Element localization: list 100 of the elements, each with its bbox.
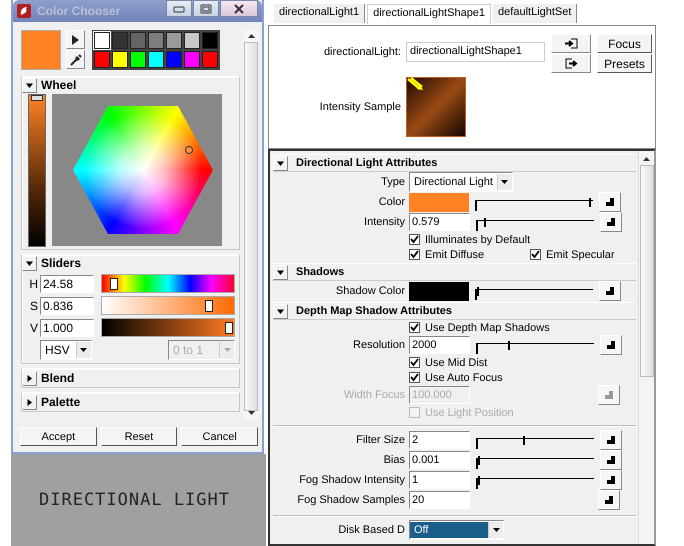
value-thumb[interactable]: [31, 95, 43, 101]
header-button[interactable]: Focus: [597, 34, 652, 53]
color-swatch[interactable]: [112, 51, 128, 68]
slider-track[interactable]: [476, 438, 594, 448]
color-swatch[interactable]: [202, 32, 218, 49]
slider-track[interactable]: [476, 458, 594, 468]
color-swatch[interactable]: [148, 32, 164, 49]
value-field[interactable]: 1: [409, 471, 470, 489]
collapse-button[interactable]: [22, 256, 37, 270]
map-button[interactable]: [600, 430, 622, 450]
value-bar[interactable]: [28, 94, 46, 247]
slider-track[interactable]: [476, 478, 594, 488]
map-button[interactable]: [600, 212, 622, 232]
dropdown-arrow-icon: [80, 348, 88, 352]
color-swatch[interactable]: [409, 282, 469, 300]
dialog-button[interactable]: Reset: [100, 427, 178, 446]
close-button[interactable]: [220, 0, 258, 17]
checkbox[interactable]: [409, 322, 420, 333]
checkbox-label: Illuminates by Default: [425, 234, 530, 246]
section-title: Sliders: [41, 256, 82, 270]
map-button[interactable]: [600, 450, 622, 470]
slider-thumb[interactable]: [484, 218, 486, 226]
checker-icon: [606, 198, 614, 206]
color-swatch[interactable]: [130, 32, 146, 49]
section-title: Palette: [41, 395, 80, 409]
dropdown[interactable]: Directional Light: [409, 172, 513, 192]
slider-track[interactable]: [476, 220, 594, 230]
node-name-field[interactable]: directionalLightShape1: [406, 42, 545, 62]
color-swatch[interactable]: [166, 51, 182, 68]
collapse-button[interactable]: [22, 78, 37, 92]
arrow-button[interactable]: [66, 30, 85, 49]
color-swatch[interactable]: [166, 32, 182, 49]
color-swatch[interactable]: [148, 51, 164, 68]
slider-thumb[interactable]: [110, 278, 118, 290]
value-field[interactable]: 24.58: [40, 274, 94, 292]
slider-track[interactable]: [475, 200, 593, 210]
value-field[interactable]: 2000: [409, 336, 470, 354]
color-swatch[interactable]: [184, 32, 200, 49]
input-connection-button[interactable]: [551, 34, 591, 53]
value-field[interactable]: 0.001: [409, 451, 470, 469]
map-button[interactable]: [600, 335, 622, 355]
checkbox[interactable]: [530, 249, 542, 260]
value-field[interactable]: 2: [409, 431, 470, 449]
tab[interactable]: directionalLightShape1: [367, 4, 492, 24]
attribute-label: Intensity: [363, 216, 406, 228]
map-button[interactable]: [598, 490, 620, 510]
checkbox[interactable]: [409, 357, 420, 368]
tab[interactable]: defaultLightSet: [493, 4, 578, 23]
play-arrow-icon: [72, 34, 79, 44]
color-swatch[interactable]: [130, 51, 146, 68]
checkbox-label: Use Auto Focus: [425, 372, 503, 384]
value-field[interactable]: 1.000: [40, 318, 94, 336]
color-swatch[interactable]: [202, 51, 218, 68]
mode-dropdown[interactable]: HSV: [40, 340, 92, 360]
slider-track[interactable]: [475, 288, 593, 300]
color-swatch[interactable]: [94, 51, 110, 68]
slider-thumb[interactable]: [225, 322, 233, 334]
header-button[interactable]: Presets: [597, 54, 652, 73]
color-swatch[interactable]: [94, 32, 110, 49]
output-connection-button[interactable]: [551, 54, 591, 73]
slider-thumb[interactable]: [204, 300, 213, 312]
tab[interactable]: directionalLight1: [274, 4, 366, 23]
checkbox-label: Emit Specular: [546, 248, 615, 260]
color-swatch[interactable]: [409, 192, 469, 212]
dialog-button[interactable]: Cancel: [181, 427, 258, 446]
checkbox[interactable]: [409, 372, 420, 383]
attribute-label: Bias: [382, 454, 406, 466]
minimize-button[interactable]: [166, 0, 192, 17]
value-field[interactable]: 20: [409, 491, 470, 509]
collapse-button[interactable]: [273, 156, 288, 170]
attribute-label: Filter Size: [355, 434, 406, 446]
collapse-button[interactable]: [273, 264, 288, 280]
maximize-button[interactable]: [193, 0, 219, 17]
map-button[interactable]: [599, 281, 621, 301]
expand-button[interactable]: [22, 370, 37, 386]
attribute-label: Type: [380, 176, 406, 188]
window-title: Color Chooser: [37, 4, 122, 18]
color-swatch[interactable]: [184, 51, 200, 68]
checkbox[interactable]: [409, 249, 420, 260]
map-button[interactable]: [599, 192, 621, 212]
gradient-slider[interactable]: [101, 274, 235, 293]
expand-button[interactable]: [22, 394, 37, 410]
gradient-slider[interactable]: [101, 318, 235, 337]
value-field[interactable]: 0.836: [40, 296, 94, 314]
down-triangle-icon: [277, 268, 284, 276]
value-field[interactable]: 0.579: [409, 213, 470, 231]
eyedropper-button[interactable]: [66, 50, 85, 69]
scroll-thumb[interactable]: [640, 165, 654, 377]
map-button[interactable]: [600, 470, 622, 490]
color-swatch[interactable]: [112, 32, 128, 49]
dialog-button[interactable]: Accept: [20, 427, 97, 446]
slider-thumb[interactable]: [508, 340, 510, 350]
collapse-button[interactable]: [273, 304, 288, 318]
dropdown[interactable]: Off: [409, 520, 504, 540]
checkbox[interactable]: [409, 234, 420, 245]
gradient-slider[interactable]: [101, 296, 235, 315]
slider-thumb[interactable]: [522, 436, 525, 444]
arrow-out-of-box-icon: [564, 58, 578, 69]
scrollbar[interactable]: [638, 151, 654, 544]
slider-track[interactable]: [476, 342, 594, 354]
